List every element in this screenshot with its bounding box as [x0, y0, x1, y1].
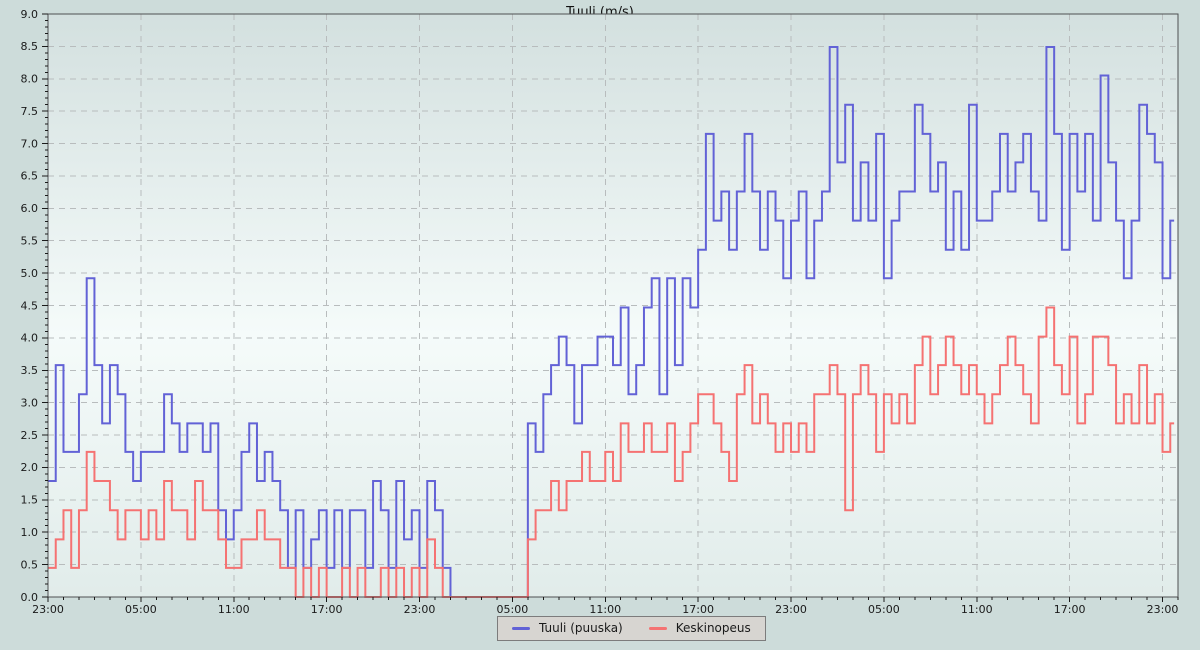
y-tick-label: 7.5 — [21, 105, 39, 118]
y-tick-label: 8.5 — [21, 40, 39, 53]
x-tick-label: 17:00 — [311, 603, 343, 616]
legend: Tuuli (puuska) Keskinopeus — [497, 616, 766, 641]
x-tick-label: 23:00 — [775, 603, 807, 616]
x-tick-label: 05:00 — [868, 603, 900, 616]
legend-label-average: Keskinopeus — [675, 621, 751, 635]
y-tick-label: 1.5 — [21, 494, 39, 507]
x-tick-label: 11:00 — [961, 603, 993, 616]
y-tick-label: 0.0 — [21, 591, 39, 604]
y-tick-label: 1.0 — [21, 526, 39, 539]
y-tick-label: 0.5 — [21, 558, 39, 571]
y-tick-label: 8.0 — [21, 73, 39, 86]
legend-item-average: Keskinopeus — [648, 621, 751, 635]
legend-label-gust: Tuuli (puuska) — [539, 621, 623, 635]
legend-item-gust: Tuuli (puuska) — [512, 621, 623, 635]
x-tick-label: 23:00 — [1147, 603, 1179, 616]
y-tick-label: 7.0 — [21, 137, 39, 150]
y-tick-label: 2.5 — [21, 429, 39, 442]
y-tick-label: 6.5 — [21, 170, 39, 183]
legend-swatch-average — [648, 626, 667, 630]
y-tick-label: 4.5 — [21, 299, 39, 312]
y-tick-label: 5.5 — [21, 235, 39, 248]
wind-chart: Tuuli (m/s) 0.0 0.5 1.0 1.5 2.0 2.5 3.0 3.5 4.0 4… — [0, 0, 1200, 650]
y-tick-label: 5.0 — [21, 267, 39, 280]
x-tick-label: 11:00 — [218, 603, 250, 616]
x-tick-label: 23:00 — [32, 603, 64, 616]
x-tick-label: 17:00 — [1054, 603, 1086, 616]
x-tick-label: 23:00 — [404, 603, 436, 616]
y-tick-label: 2.0 — [21, 461, 39, 474]
wind-chart-canvas: Tuuli (m/s) 0.00.51.01.52.02.53.03.54.04… — [21, 5, 1179, 616]
y-tick-label: 3.0 — [21, 396, 39, 409]
y-tick-label: 3.5 — [21, 364, 39, 377]
x-tick-label: 05:00 — [497, 603, 529, 616]
legend-swatch-gust — [512, 626, 530, 630]
x-tick-label: 11:00 — [589, 603, 621, 616]
y-tick-label: 9.0 — [21, 8, 39, 21]
x-tick-label: 17:00 — [682, 603, 714, 616]
y-tick-label: 6.0 — [21, 202, 39, 215]
x-tick-label: 05:00 — [125, 603, 157, 616]
y-tick-label: 4.0 — [21, 332, 39, 345]
